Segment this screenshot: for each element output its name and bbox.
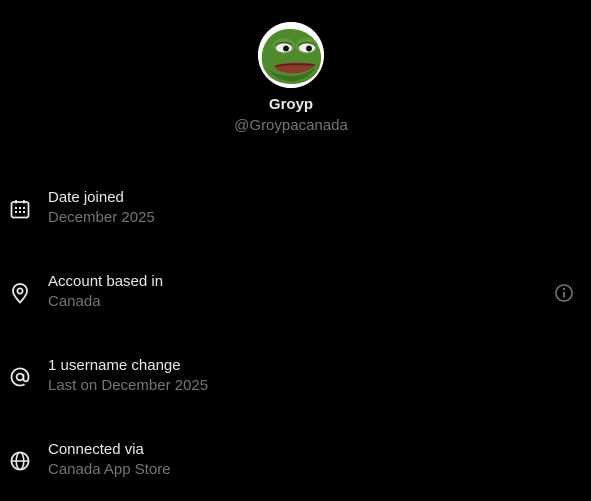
at-sign-icon [9,366,31,388]
date-joined-label: Date joined [48,189,124,206]
location-pin-icon [9,282,31,304]
avatar[interactable] [258,22,324,88]
frog-avatar-image [258,22,324,88]
account-location-label: Account based in [48,273,164,290]
date-joined-row: Date joined December 2025 [0,188,591,232]
username-handle: @Groypacanada [234,117,348,134]
calendar-icon [9,198,31,220]
username-change-row: 1 username change Last on December 2025 [0,356,591,400]
username-change-label: 1 username change [48,357,181,374]
connected-via-label: Connected via [48,441,144,458]
display-name: Groyp [268,96,314,113]
globe-icon [9,450,31,472]
info-icon[interactable] [553,282,575,304]
date-joined-value: December 2025 [48,209,155,226]
account-location-row: Account based in Canada [0,272,591,316]
account-location-value: Canada [48,293,101,310]
connected-via-value: Canada App Store [48,461,171,478]
username-change-value: Last on December 2025 [48,377,209,394]
connected-via-row: Connected via Canada App Store [0,440,591,484]
